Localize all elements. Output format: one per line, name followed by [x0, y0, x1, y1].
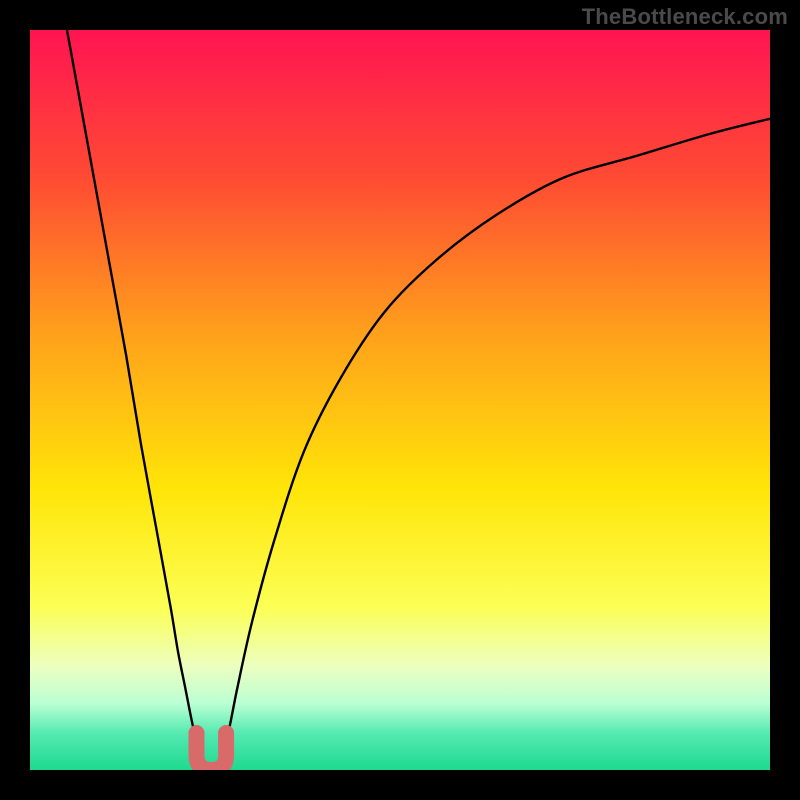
watermark-text: TheBottleneck.com [582, 4, 788, 30]
chart-frame: TheBottleneck.com [0, 0, 800, 800]
gradient-background [30, 30, 770, 770]
bottleneck-chart [30, 30, 770, 770]
